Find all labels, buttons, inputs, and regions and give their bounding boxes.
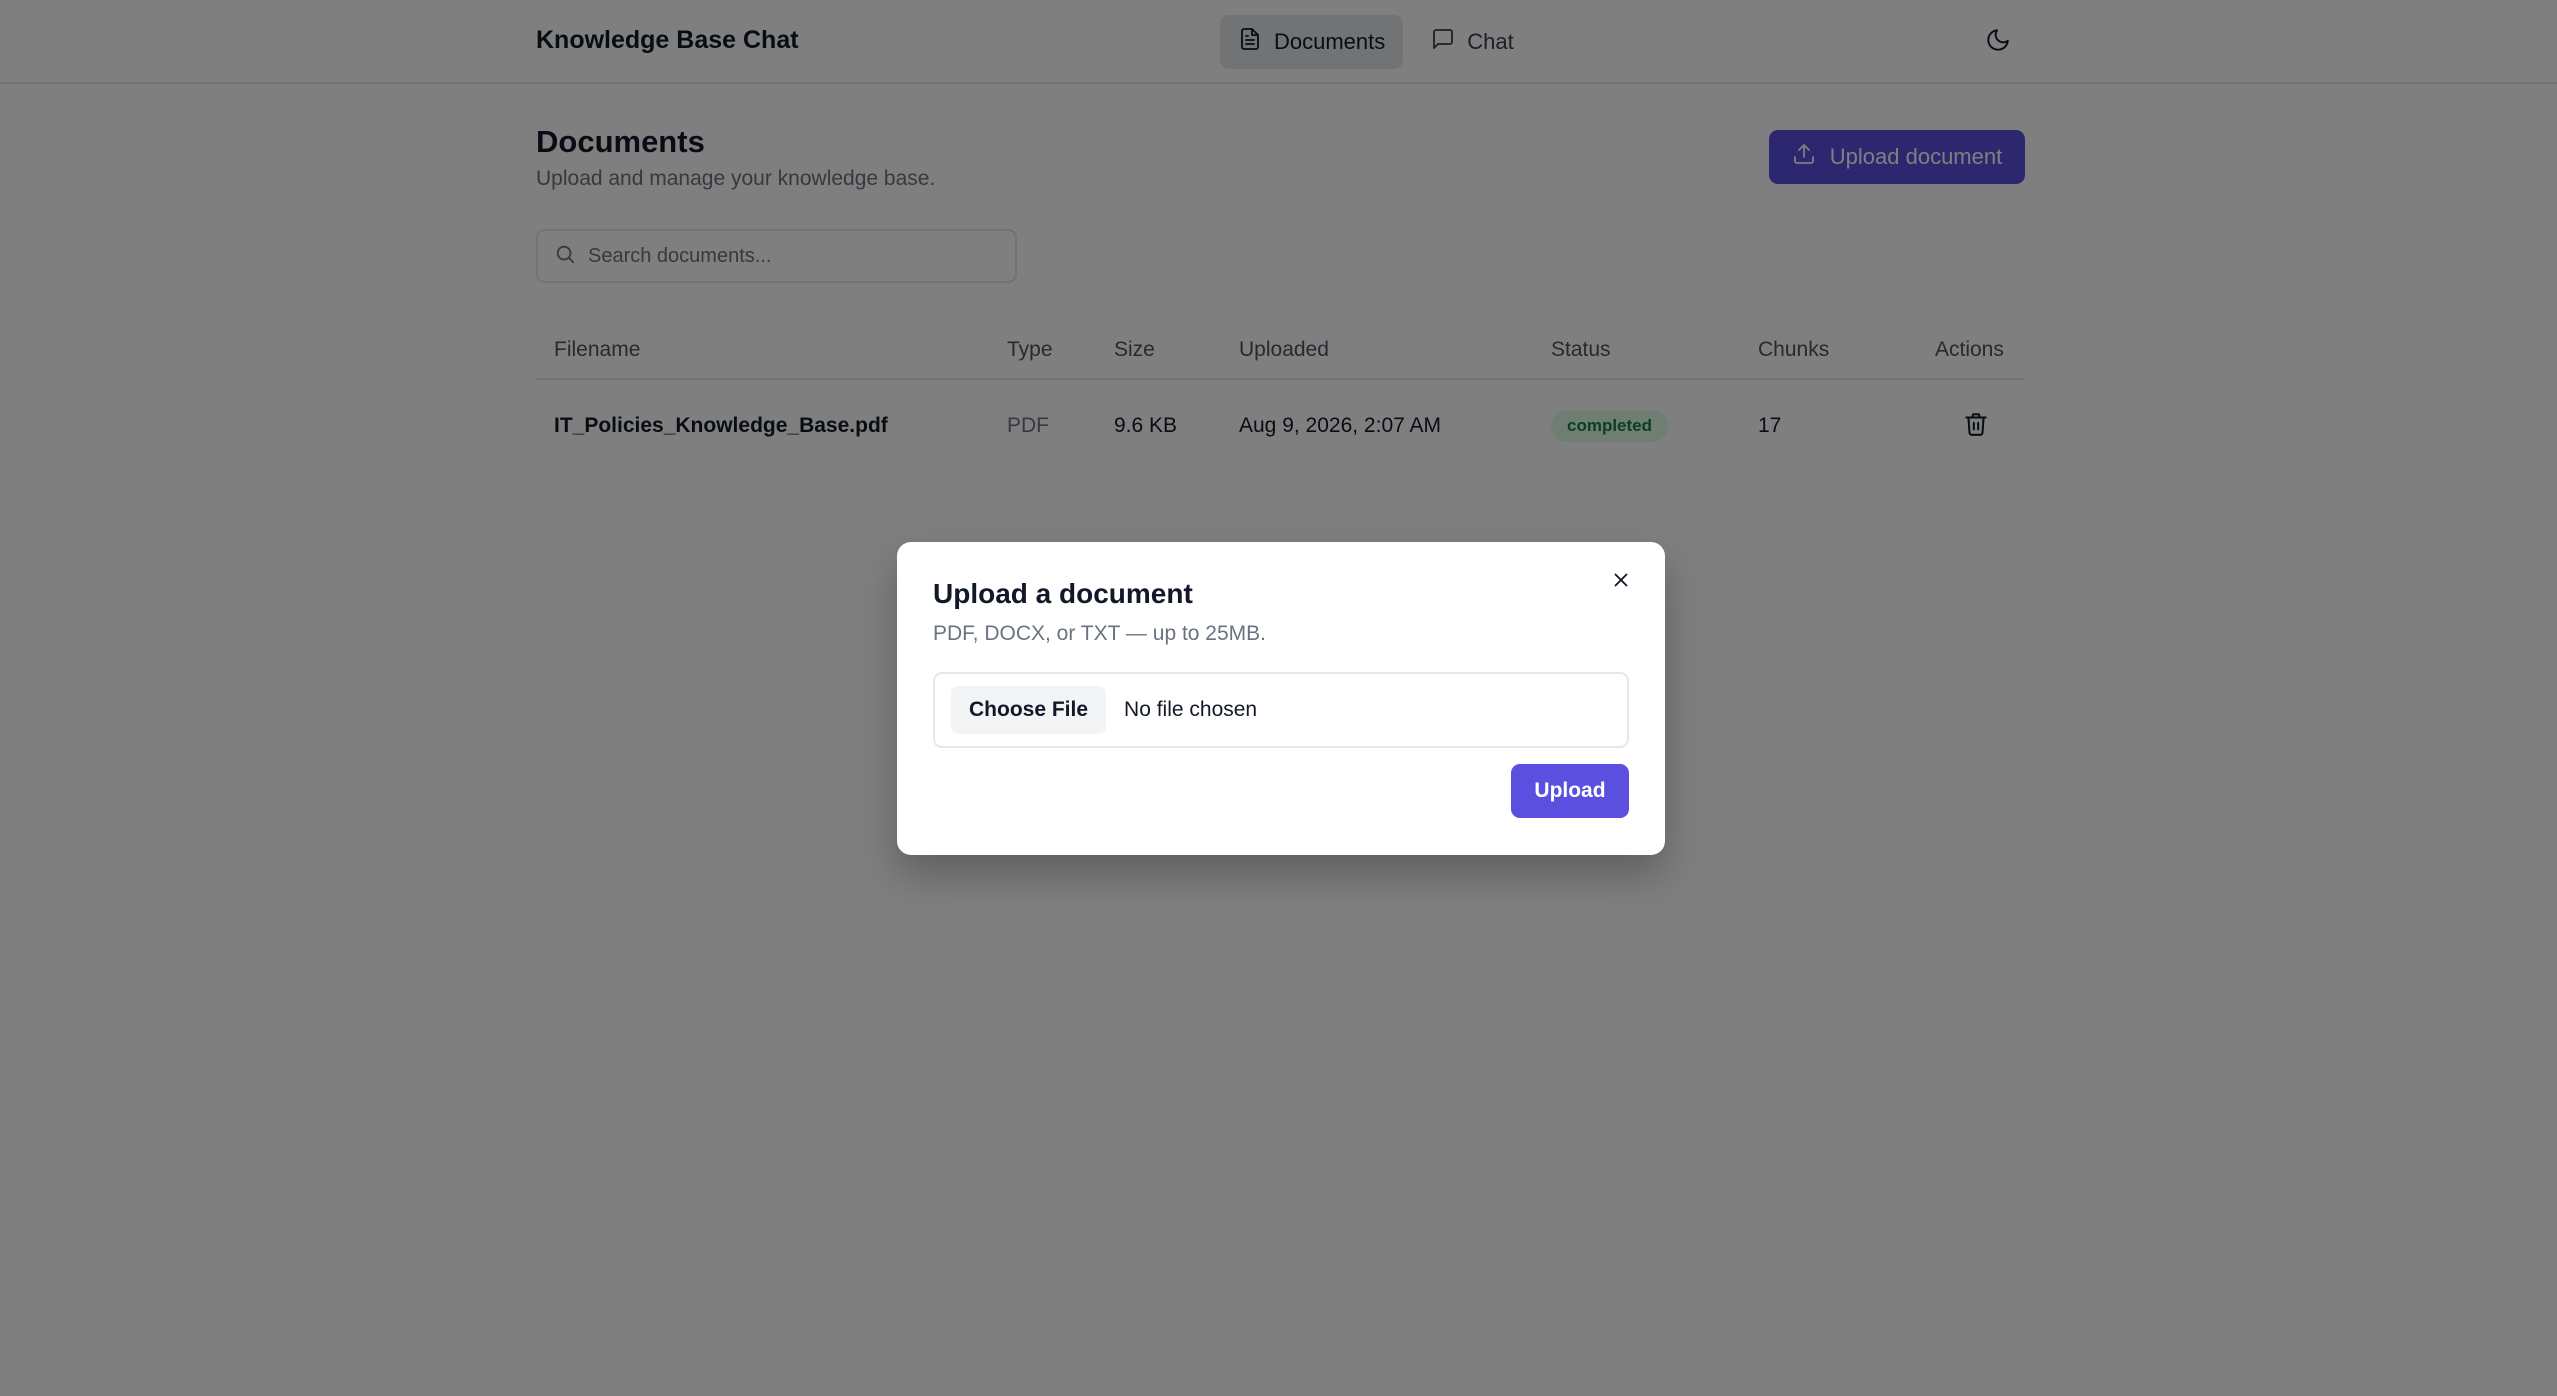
choose-file-button[interactable]: Choose File: [951, 686, 1107, 734]
modal-description: PDF, DOCX, or TXT — up to 25MB.: [933, 622, 1266, 645]
file-input[interactable]: Choose File No file chosen: [933, 672, 1629, 748]
upload-submit-button[interactable]: Upload: [1511, 764, 1629, 818]
modal-title: Upload a document: [933, 578, 1193, 609]
upload-modal: Upload a document PDF, DOCX, or TXT — up…: [897, 542, 1665, 855]
modal-close-button[interactable]: [1605, 566, 1637, 598]
file-status-text: No file chosen: [1124, 698, 1258, 721]
close-icon: [1610, 569, 1632, 596]
